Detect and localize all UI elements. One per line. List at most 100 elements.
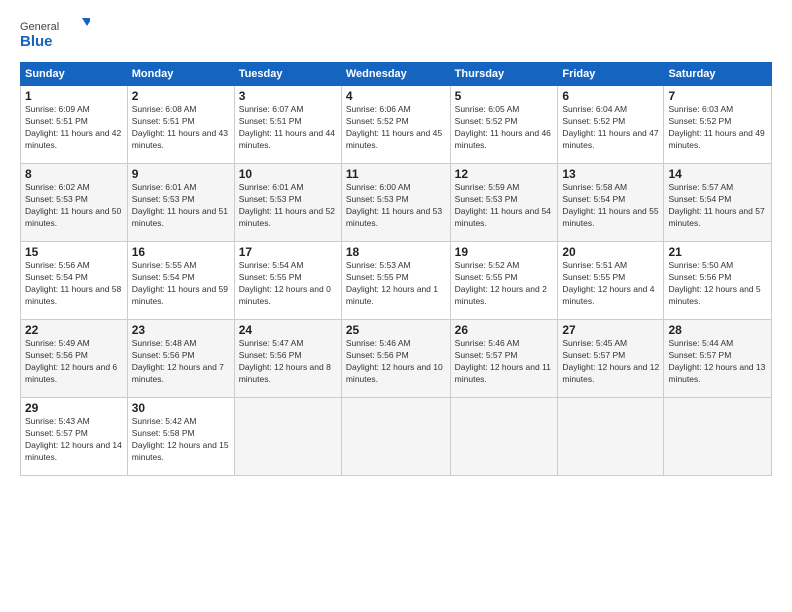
sunset-label: Sunset: 5:52 PM	[455, 116, 518, 126]
calendar-cell: 1 Sunrise: 6:09 AM Sunset: 5:51 PM Dayli…	[21, 86, 128, 164]
day-info: Sunrise: 5:46 AM Sunset: 5:56 PM Dayligh…	[346, 338, 446, 386]
sunset-label: Sunset: 5:57 PM	[25, 428, 88, 438]
daylight-label: Daylight: 12 hours and 5 minutes.	[668, 284, 760, 306]
sunrise-label: Sunrise: 5:52 AM	[455, 260, 520, 270]
daylight-label: Daylight: 12 hours and 2 minutes.	[455, 284, 547, 306]
day-info: Sunrise: 5:52 AM Sunset: 5:55 PM Dayligh…	[455, 260, 554, 308]
sunrise-label: Sunrise: 5:50 AM	[668, 260, 733, 270]
sunrise-label: Sunrise: 6:08 AM	[132, 104, 197, 114]
sunset-label: Sunset: 5:56 PM	[25, 350, 88, 360]
sunset-label: Sunset: 5:53 PM	[132, 194, 195, 204]
day-number: 17	[239, 245, 337, 259]
sunset-label: Sunset: 5:53 PM	[455, 194, 518, 204]
sunset-label: Sunset: 5:53 PM	[25, 194, 88, 204]
daylight-label: Daylight: 11 hours and 54 minutes.	[455, 206, 551, 228]
sunrise-label: Sunrise: 5:51 AM	[562, 260, 627, 270]
sunrise-label: Sunrise: 5:46 AM	[455, 338, 520, 348]
daylight-label: Daylight: 11 hours and 44 minutes.	[239, 128, 335, 150]
day-number: 26	[455, 323, 554, 337]
day-info: Sunrise: 5:42 AM Sunset: 5:58 PM Dayligh…	[132, 416, 230, 464]
sunset-label: Sunset: 5:53 PM	[239, 194, 302, 204]
day-info: Sunrise: 5:59 AM Sunset: 5:53 PM Dayligh…	[455, 182, 554, 230]
sunset-label: Sunset: 5:51 PM	[132, 116, 195, 126]
sunrise-label: Sunrise: 6:05 AM	[455, 104, 520, 114]
day-info: Sunrise: 5:57 AM Sunset: 5:54 PM Dayligh…	[668, 182, 767, 230]
sunset-label: Sunset: 5:56 PM	[132, 350, 195, 360]
calendar-cell: 6 Sunrise: 6:04 AM Sunset: 5:52 PM Dayli…	[558, 86, 664, 164]
day-info: Sunrise: 6:00 AM Sunset: 5:53 PM Dayligh…	[346, 182, 446, 230]
calendar-cell: 14 Sunrise: 5:57 AM Sunset: 5:54 PM Dayl…	[664, 164, 772, 242]
day-number: 14	[668, 167, 767, 181]
day-info: Sunrise: 5:56 AM Sunset: 5:54 PM Dayligh…	[25, 260, 123, 308]
header-friday: Friday	[558, 63, 664, 86]
sunset-label: Sunset: 5:54 PM	[668, 194, 731, 204]
week-row-3: 15 Sunrise: 5:56 AM Sunset: 5:54 PM Dayl…	[21, 242, 772, 320]
day-number: 30	[132, 401, 230, 415]
calendar-body: 1 Sunrise: 6:09 AM Sunset: 5:51 PM Dayli…	[21, 86, 772, 476]
day-number: 27	[562, 323, 659, 337]
sunrise-label: Sunrise: 6:02 AM	[25, 182, 90, 192]
calendar-cell: 28 Sunrise: 5:44 AM Sunset: 5:57 PM Dayl…	[664, 320, 772, 398]
sunset-label: Sunset: 5:55 PM	[239, 272, 302, 282]
sunset-label: Sunset: 5:52 PM	[668, 116, 731, 126]
page: General Blue SundayMondayTuesdayWednesda…	[0, 0, 792, 612]
logo: General Blue	[20, 16, 90, 54]
day-number: 13	[562, 167, 659, 181]
sunset-label: Sunset: 5:53 PM	[346, 194, 409, 204]
calendar-table: SundayMondayTuesdayWednesdayThursdayFrid…	[20, 62, 772, 476]
calendar-cell: 15 Sunrise: 5:56 AM Sunset: 5:54 PM Dayl…	[21, 242, 128, 320]
daylight-label: Daylight: 11 hours and 49 minutes.	[668, 128, 764, 150]
day-info: Sunrise: 6:05 AM Sunset: 5:52 PM Dayligh…	[455, 104, 554, 152]
daylight-label: Daylight: 12 hours and 13 minutes.	[668, 362, 765, 384]
calendar-cell: 21 Sunrise: 5:50 AM Sunset: 5:56 PM Dayl…	[664, 242, 772, 320]
sunset-label: Sunset: 5:51 PM	[25, 116, 88, 126]
day-number: 4	[346, 89, 446, 103]
day-number: 11	[346, 167, 446, 181]
sunrise-label: Sunrise: 6:00 AM	[346, 182, 411, 192]
header-thursday: Thursday	[450, 63, 558, 86]
day-number: 19	[455, 245, 554, 259]
sunrise-label: Sunrise: 5:55 AM	[132, 260, 197, 270]
header-tuesday: Tuesday	[234, 63, 341, 86]
calendar-cell: 18 Sunrise: 5:53 AM Sunset: 5:55 PM Dayl…	[341, 242, 450, 320]
sunset-label: Sunset: 5:52 PM	[346, 116, 409, 126]
header-monday: Monday	[127, 63, 234, 86]
day-number: 15	[25, 245, 123, 259]
sunset-label: Sunset: 5:54 PM	[132, 272, 195, 282]
calendar-cell: 27 Sunrise: 5:45 AM Sunset: 5:57 PM Dayl…	[558, 320, 664, 398]
calendar-cell: 22 Sunrise: 5:49 AM Sunset: 5:56 PM Dayl…	[21, 320, 128, 398]
calendar-cell: 8 Sunrise: 6:02 AM Sunset: 5:53 PM Dayli…	[21, 164, 128, 242]
header-sunday: Sunday	[21, 63, 128, 86]
day-info: Sunrise: 5:44 AM Sunset: 5:57 PM Dayligh…	[668, 338, 767, 386]
sunset-label: Sunset: 5:51 PM	[239, 116, 302, 126]
sunrise-label: Sunrise: 5:57 AM	[668, 182, 733, 192]
sunset-label: Sunset: 5:56 PM	[668, 272, 731, 282]
day-number: 12	[455, 167, 554, 181]
day-info: Sunrise: 5:46 AM Sunset: 5:57 PM Dayligh…	[455, 338, 554, 386]
calendar-cell: 12 Sunrise: 5:59 AM Sunset: 5:53 PM Dayl…	[450, 164, 558, 242]
day-number: 22	[25, 323, 123, 337]
day-info: Sunrise: 6:01 AM Sunset: 5:53 PM Dayligh…	[239, 182, 337, 230]
daylight-label: Daylight: 11 hours and 59 minutes.	[132, 284, 228, 306]
daylight-label: Daylight: 11 hours and 46 minutes.	[455, 128, 551, 150]
calendar-cell	[234, 398, 341, 476]
daylight-label: Daylight: 11 hours and 50 minutes.	[25, 206, 121, 228]
sunset-label: Sunset: 5:54 PM	[562, 194, 625, 204]
week-row-4: 22 Sunrise: 5:49 AM Sunset: 5:56 PM Dayl…	[21, 320, 772, 398]
week-row-1: 1 Sunrise: 6:09 AM Sunset: 5:51 PM Dayli…	[21, 86, 772, 164]
day-number: 1	[25, 89, 123, 103]
calendar-cell: 24 Sunrise: 5:47 AM Sunset: 5:56 PM Dayl…	[234, 320, 341, 398]
header: General Blue	[20, 16, 772, 54]
day-info: Sunrise: 6:07 AM Sunset: 5:51 PM Dayligh…	[239, 104, 337, 152]
calendar-cell: 10 Sunrise: 6:01 AM Sunset: 5:53 PM Dayl…	[234, 164, 341, 242]
calendar-cell: 25 Sunrise: 5:46 AM Sunset: 5:56 PM Dayl…	[341, 320, 450, 398]
calendar-cell: 9 Sunrise: 6:01 AM Sunset: 5:53 PM Dayli…	[127, 164, 234, 242]
sunrise-label: Sunrise: 5:44 AM	[668, 338, 733, 348]
day-number: 16	[132, 245, 230, 259]
sunrise-label: Sunrise: 6:09 AM	[25, 104, 90, 114]
day-info: Sunrise: 5:49 AM Sunset: 5:56 PM Dayligh…	[25, 338, 123, 386]
daylight-label: Daylight: 12 hours and 11 minutes.	[455, 362, 551, 384]
sunrise-label: Sunrise: 5:53 AM	[346, 260, 411, 270]
sunrise-label: Sunrise: 5:42 AM	[132, 416, 197, 426]
sunrise-label: Sunrise: 6:03 AM	[668, 104, 733, 114]
